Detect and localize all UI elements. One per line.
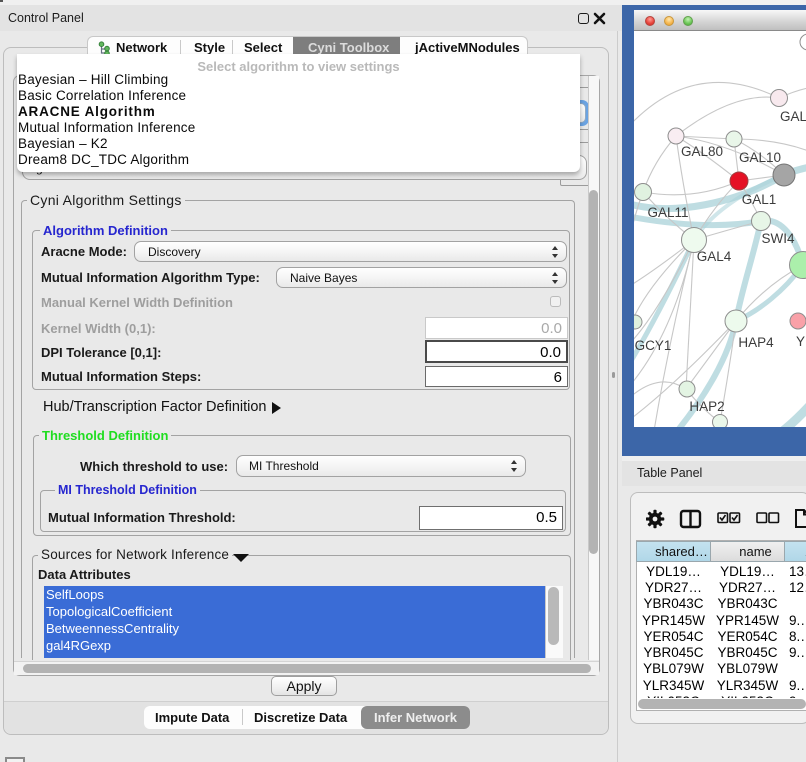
svg-text:GCY1: GCY1 [635, 338, 672, 353]
svg-text:GAL7: GAL7 [780, 109, 806, 124]
svg-text:HAP4: HAP4 [738, 335, 774, 350]
svg-text:HAP2: HAP2 [689, 399, 724, 414]
svg-text:GAL80: GAL80 [681, 144, 723, 159]
svg-text:SWI4: SWI4 [761, 231, 794, 246]
svg-text:GAL4: GAL4 [697, 249, 732, 264]
svg-text:GAL11: GAL11 [647, 205, 688, 220]
svg-text:GAL1: GAL1 [742, 192, 777, 207]
svg-text:Y: Y [796, 334, 805, 349]
svg-text:GAL10: GAL10 [739, 150, 781, 165]
